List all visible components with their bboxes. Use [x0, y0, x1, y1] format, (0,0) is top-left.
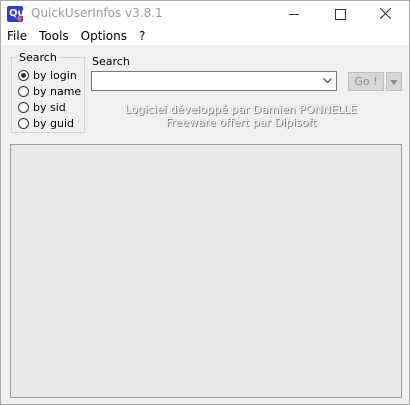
radio-label: by login	[33, 68, 77, 82]
close-icon	[380, 8, 391, 19]
radio-label: by sid	[33, 100, 66, 114]
menu-file[interactable]: File	[1, 27, 33, 45]
credit-author: Logiciel développé par Damien PONNELLE	[124, 103, 358, 116]
radio-label: by name	[33, 84, 82, 98]
window-title: QuickUserInfos v3.8.1	[31, 6, 163, 20]
radio-by-login[interactable]: by login	[18, 67, 77, 83]
menu-options[interactable]: Options	[75, 27, 133, 45]
minimize-button[interactable]	[271, 1, 317, 27]
go-dropdown-button[interactable]	[386, 72, 402, 91]
menu-help[interactable]: ?	[133, 27, 151, 45]
app-icon: Qu	[7, 6, 25, 22]
app-window: Qu QuickUserInfos v3.8.1 File Tools Opti…	[0, 0, 410, 405]
radio-button[interactable]	[18, 69, 29, 81]
radio-button[interactable]	[18, 117, 29, 129]
radio-label: by guid	[33, 116, 74, 130]
radio-button[interactable]	[18, 101, 29, 113]
credit-publisher: Freeware offert par Dipisoft	[165, 116, 317, 129]
radio-by-guid[interactable]: by guid	[18, 115, 74, 131]
maximize-button[interactable]	[317, 1, 363, 27]
search-type-group-title: Search	[17, 51, 59, 64]
search-combobox[interactable]	[91, 71, 337, 91]
search-type-group: Search by login by name by sid by guid	[11, 51, 85, 133]
go-button[interactable]: Go !	[348, 72, 384, 91]
radio-by-name[interactable]: by name	[18, 83, 81, 99]
chevron-down-icon[interactable]	[323, 78, 332, 84]
menu-bar: File Tools Options ?	[1, 27, 409, 45]
title-bar[interactable]: Qu QuickUserInfos v3.8.1	[1, 1, 409, 27]
results-panel[interactable]	[10, 144, 402, 398]
dropdown-arrow-icon	[390, 80, 398, 85]
menu-tools[interactable]: Tools	[33, 27, 75, 45]
radio-button[interactable]	[18, 85, 29, 97]
close-button[interactable]	[363, 1, 409, 27]
search-label: Search	[92, 55, 130, 68]
radio-by-sid[interactable]: by sid	[18, 99, 66, 115]
app-icon-dot	[17, 16, 22, 21]
